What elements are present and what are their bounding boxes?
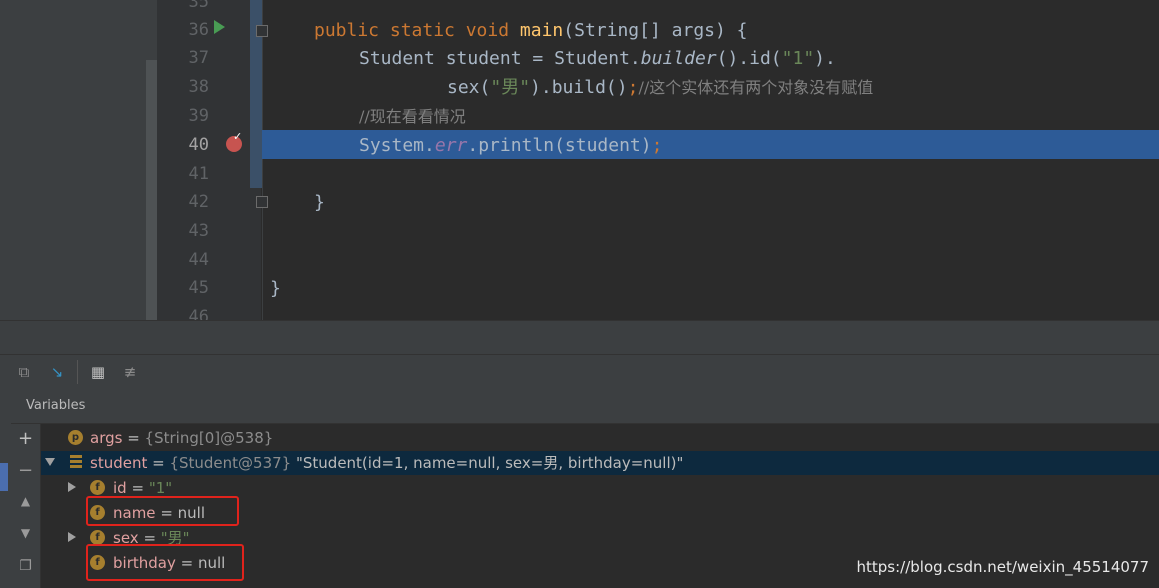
line-number: 37 bbox=[188, 48, 209, 68]
step-into-icon[interactable]: ↘ bbox=[47, 362, 67, 382]
toolbar-separator bbox=[77, 360, 78, 384]
code-line-37[interactable]: Student student = Student.builder().id("… bbox=[359, 44, 836, 73]
variable-name: id bbox=[113, 479, 127, 497]
fold-toggle-icon[interactable] bbox=[256, 196, 268, 208]
variable-value: {String[0]@538} bbox=[144, 429, 274, 447]
move-down-icon[interactable]: ▼ bbox=[11, 526, 40, 540]
add-watch-icon[interactable]: + bbox=[11, 428, 40, 449]
code-keywords: public static void bbox=[314, 20, 510, 41]
parameter-icon: p bbox=[68, 430, 83, 445]
annotation-box-name bbox=[86, 496, 239, 526]
variables-header bbox=[11, 390, 1159, 424]
evaluate-expression-icon[interactable]: ▦ bbox=[88, 362, 108, 382]
line-number: 39 bbox=[188, 106, 209, 126]
code-line-42[interactable]: } bbox=[314, 188, 325, 217]
expand-toggle-icon[interactable] bbox=[68, 482, 76, 492]
variable-value: "Student(id=1, name=null, sex=男, birthda… bbox=[291, 454, 684, 472]
restore-layout-icon[interactable]: ⧉ bbox=[14, 362, 34, 382]
variable-separator: = bbox=[122, 429, 145, 447]
code-static-field: err bbox=[434, 135, 468, 156]
editor-scrollbar-thumb[interactable] bbox=[146, 60, 157, 320]
code-line-38[interactable]: sex("男").build();//这个实体还有两个对象没有赋值 bbox=[447, 73, 873, 102]
code-string: "1" bbox=[781, 48, 815, 69]
code-line-36[interactable]: public static void main(String[] args) { bbox=[314, 16, 748, 45]
code-line-40[interactable]: System.err.println(student); bbox=[359, 131, 662, 160]
code-text: .println(student) bbox=[467, 135, 652, 156]
copy-icon[interactable]: ❐ bbox=[11, 558, 40, 574]
code-line-45[interactable]: } bbox=[270, 274, 281, 303]
object-icon bbox=[70, 455, 82, 468]
expand-toggle-icon[interactable] bbox=[45, 458, 55, 466]
code-text: ).build() bbox=[530, 77, 628, 98]
code-semicolon: ; bbox=[627, 77, 639, 98]
breakpoint-check-icon: ✓ bbox=[233, 130, 243, 143]
expand-toggle-icon[interactable] bbox=[68, 532, 76, 542]
code-text: ().id( bbox=[716, 48, 782, 69]
variable-separator: = bbox=[126, 479, 149, 497]
line-number: 45 bbox=[188, 278, 209, 298]
line-number: 41 bbox=[188, 164, 209, 184]
line-number: 38 bbox=[188, 77, 209, 97]
editor-left-panel bbox=[0, 0, 146, 320]
variable-separator: = bbox=[147, 454, 170, 472]
line-number: 44 bbox=[188, 250, 209, 270]
line-number: 46 bbox=[188, 307, 209, 320]
code-text: System. bbox=[359, 135, 435, 156]
field-icon: f bbox=[90, 530, 105, 545]
code-text: sex( bbox=[447, 77, 491, 98]
variable-value: "1" bbox=[148, 479, 173, 497]
code-text: (String[] args) { bbox=[563, 20, 748, 41]
code-static-method: builder bbox=[640, 48, 717, 69]
code-string: "男" bbox=[490, 77, 531, 98]
variable-row-student[interactable]: student = {Student@537} "Student(id=1, n… bbox=[90, 452, 683, 474]
code-semicolon: ; bbox=[651, 135, 663, 156]
panel-splitter[interactable] bbox=[0, 320, 1159, 355]
code-comment: //现在看看情况 bbox=[359, 107, 466, 126]
move-up-icon[interactable]: ▲ bbox=[11, 494, 40, 508]
gutter-divider bbox=[262, 0, 263, 320]
trace-current-stream-icon[interactable]: ≢ bbox=[120, 362, 140, 382]
field-icon: f bbox=[90, 480, 105, 495]
variable-row-args[interactable]: args = {String[0]@538} bbox=[90, 427, 273, 449]
variables-title: Variables bbox=[26, 398, 86, 413]
code-method-name: main bbox=[519, 20, 564, 41]
line-number: 43 bbox=[188, 221, 209, 241]
line-number: 35 bbox=[188, 0, 209, 12]
code-comment: //这个实体还有两个对象没有赋值 bbox=[638, 78, 874, 97]
code-text: ). bbox=[814, 48, 836, 69]
variable-reference: {Student@537} bbox=[169, 454, 292, 472]
fold-toggle-icon[interactable] bbox=[256, 25, 268, 37]
debug-toolbar bbox=[0, 354, 1159, 391]
annotation-box-birthday bbox=[86, 544, 244, 581]
line-number-current: 40 bbox=[188, 135, 209, 155]
run-gutter-icon[interactable] bbox=[214, 20, 225, 34]
code-editor[interactable]: 35 36 37 38 39 40 41 42 43 44 45 46 ✓ pu… bbox=[0, 0, 1159, 320]
variable-name: student bbox=[90, 454, 148, 472]
line-number: 36 bbox=[188, 20, 209, 40]
variable-name: args bbox=[90, 429, 123, 447]
code-text: Student student = Student. bbox=[359, 48, 641, 69]
frames-tab-marker[interactable] bbox=[0, 463, 8, 491]
watermark-text: https://blog.csdn.net/weixin_45514077 bbox=[856, 558, 1149, 576]
remove-watch-icon[interactable]: − bbox=[11, 460, 40, 481]
line-number: 42 bbox=[188, 192, 209, 212]
code-line-39[interactable]: //现在看看情况 bbox=[359, 102, 466, 131]
